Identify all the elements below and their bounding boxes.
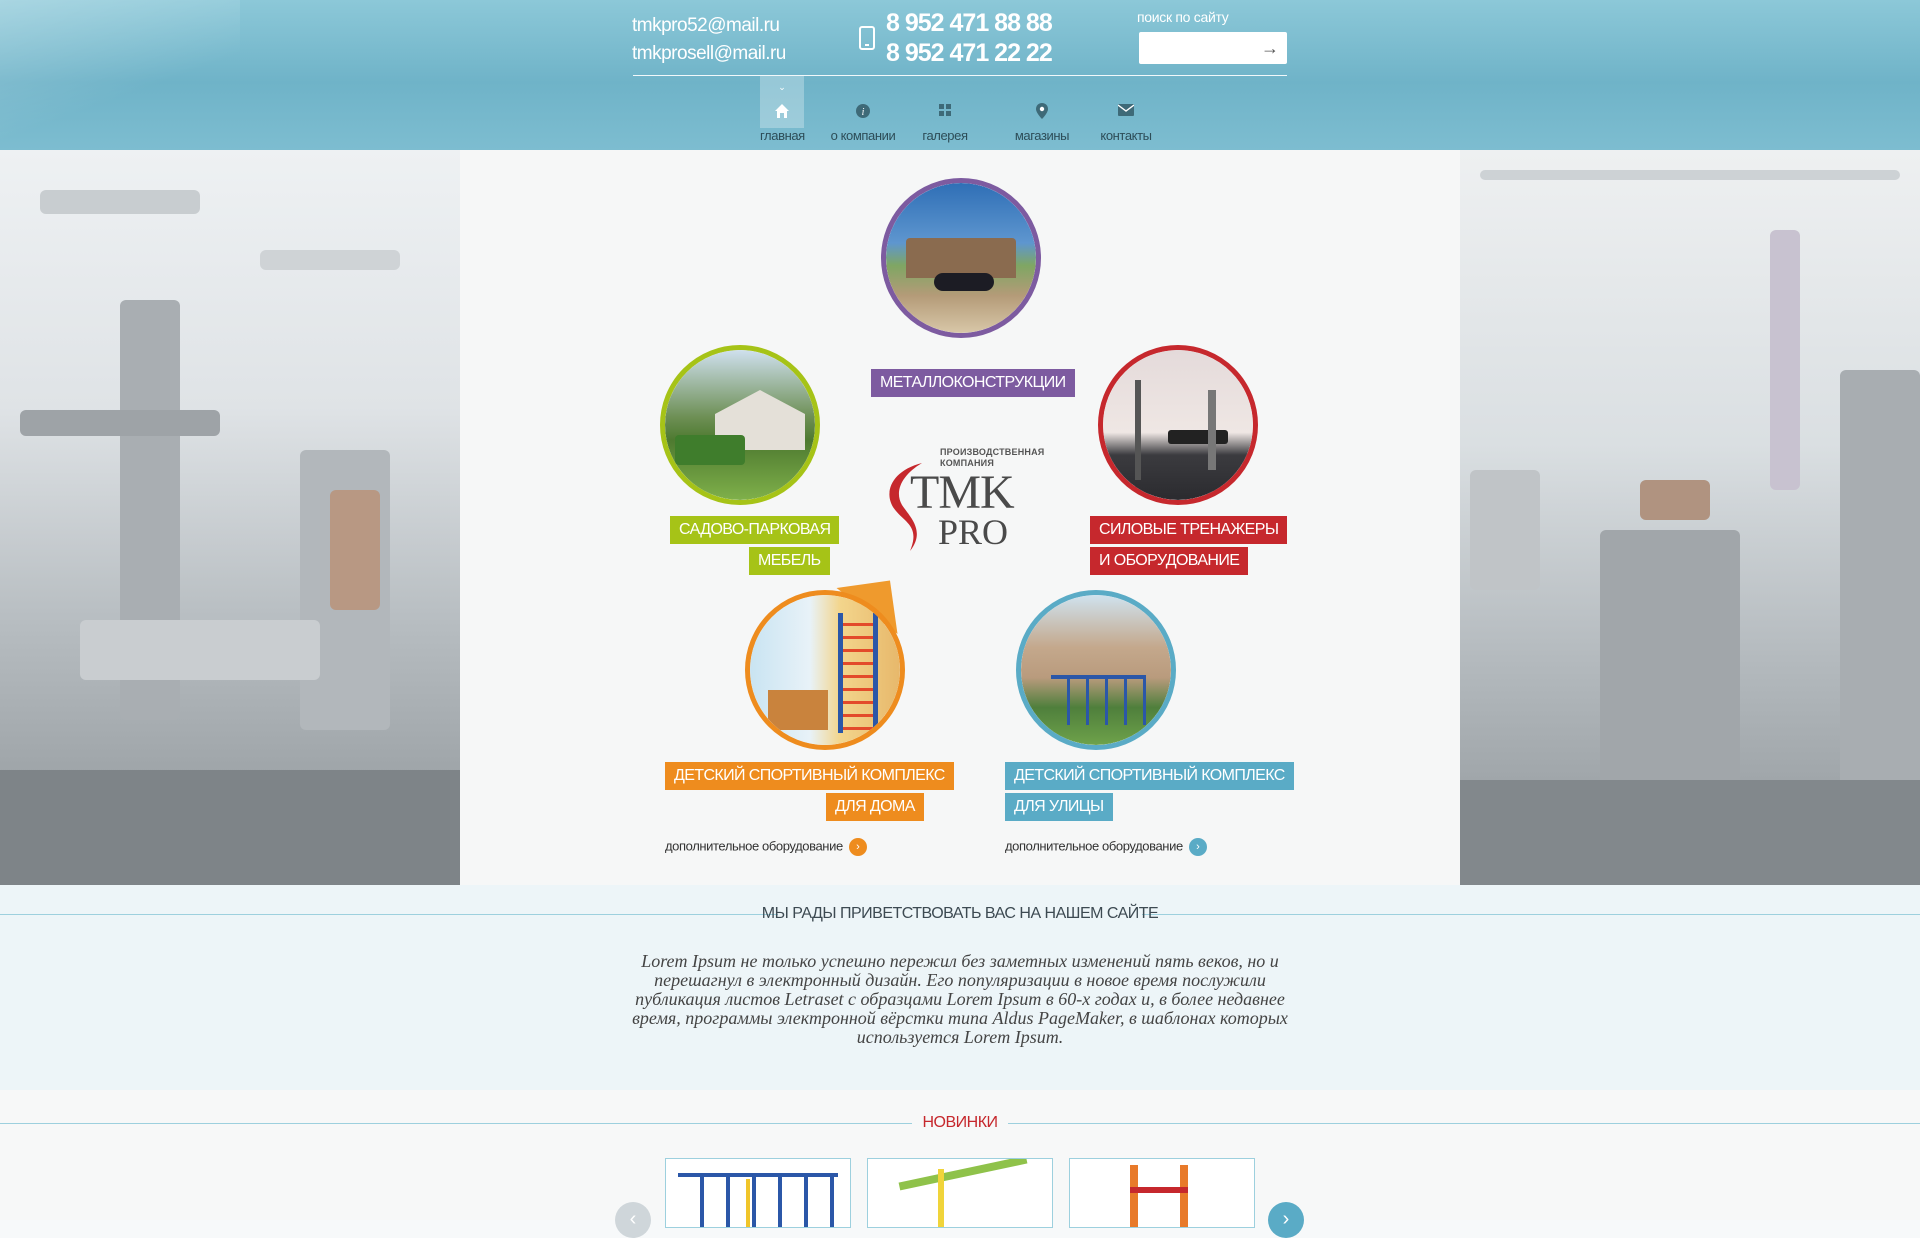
news-title-row: НОВИНКИ	[0, 1114, 1920, 1132]
nav-item-contacts[interactable]: контакты	[1098, 76, 1154, 150]
news-prev-button[interactable]: ‹	[615, 1202, 651, 1238]
welcome-text: Lorem Ipsum не только успешно пережил бе…	[632, 951, 1288, 1047]
metal-structures-image[interactable]	[881, 178, 1041, 338]
street-extra-equipment-link[interactable]: дополнительное оборудование ›	[1005, 838, 1207, 856]
category-street-complex-line1[interactable]: ДЕТСКИЙ СПОРТИВНЫЙ КОМПЛЕКС	[1005, 762, 1294, 790]
fitness-equipment-image[interactable]	[1098, 345, 1258, 505]
email-link-1[interactable]: tmkpro52@mail.ru	[632, 12, 786, 40]
search-input[interactable]	[1145, 32, 1257, 64]
category-fitness-line2[interactable]: И ОБОРУДОВАНИЕ	[1090, 547, 1249, 575]
news-title: НОВИНКИ	[922, 1114, 998, 1131]
grid-icon	[937, 103, 953, 119]
logo-subtitle-line1: ПРОИЗВОДСТВЕННАЯ	[940, 447, 1045, 457]
site-header: tmkpro52@mail.ru tmkprosell@mail.ru 8 95…	[0, 0, 1920, 150]
category-fitness-line1[interactable]: СИЛОВЫЕ ТРЕНАЖЕРЫ	[1090, 516, 1288, 544]
nav-item-gallery[interactable]: галерея	[920, 76, 970, 150]
category-metal-structures[interactable]: МЕТАЛЛОКОНСТРУКЦИИ	[871, 369, 1075, 397]
phone-number-1[interactable]: 8 952 471 88 88	[886, 8, 1053, 38]
header-decoration	[0, 0, 240, 150]
nav-label-home: главная	[760, 128, 805, 143]
phone-number-2[interactable]: 8 952 471 22 22	[886, 38, 1053, 68]
welcome-section: МЫ РАДЫ ПРИВЕТСТВОВАТЬ ВАС НА НАШЕМ САЙТ…	[0, 885, 1920, 1090]
category-garden-furniture-line1[interactable]: САДОВО-ПАРКОВАЯ	[670, 516, 840, 544]
logo-suffix: PRO	[938, 512, 1009, 552]
mobile-phone-icon	[859, 26, 875, 50]
gym-background-right	[1460, 150, 1920, 885]
svg-text:i: i	[862, 107, 865, 118]
gym-background-left	[0, 150, 460, 885]
chevron-right-icon: ›	[848, 838, 867, 856]
tmk-pro-logo: ПРОИЗВОДСТВЕННАЯ КОМПАНИЯ TMK PRO	[880, 445, 1050, 557]
welcome-title-line-right	[1142, 914, 1920, 915]
info-icon: i	[855, 103, 871, 119]
nav-item-home[interactable]: ⌄ главная	[760, 76, 805, 150]
news-product-card-2[interactable]	[867, 1158, 1053, 1228]
news-product-card-3[interactable]	[1069, 1158, 1255, 1228]
map-pin-icon	[1034, 103, 1050, 119]
search-submit-arrow-icon[interactable]: →	[1261, 39, 1279, 57]
home-sport-complex-image[interactable]	[745, 590, 905, 750]
street-extra-equipment-label: дополнительное оборудование	[1005, 838, 1183, 854]
home-extra-equipment-link[interactable]: дополнительное оборудование ›	[665, 838, 867, 856]
news-next-button[interactable]: ›	[1268, 1202, 1304, 1238]
news-title-line-left	[0, 1123, 912, 1124]
home-extra-equipment-label: дополнительное оборудование	[665, 838, 843, 854]
nav-label-gallery: галерея	[922, 128, 968, 143]
email-list: tmkpro52@mail.ru tmkprosell@mail.ru	[632, 12, 786, 68]
category-home-complex-line2[interactable]: ДЛЯ ДОМА	[826, 793, 924, 821]
news-title-line-right	[1008, 1123, 1920, 1124]
category-street-complex-line2[interactable]: ДЛЯ УЛИЦЫ	[1005, 793, 1113, 821]
chevron-down-icon: ⌄	[778, 82, 786, 92]
phone-list: 8 952 471 88 88 8 952 471 22 22	[886, 8, 1053, 68]
welcome-title: МЫ РАДЫ ПРИВЕТСТВОВАТЬ ВАС НА НАШЕМ САЙТ…	[761, 905, 1159, 922]
welcome-title-row: МЫ РАДЫ ПРИВЕТСТВОВАТЬ ВАС НА НАШЕМ САЙТ…	[0, 905, 1920, 923]
nav-label-shops: магазины	[1014, 128, 1070, 143]
category-garden-furniture-line2[interactable]: МЕБЕЛЬ	[749, 547, 830, 575]
chevron-right-icon: ›	[1188, 838, 1207, 856]
nav-label-about: о компании	[830, 128, 896, 143]
search-box: →	[1139, 32, 1287, 64]
welcome-title-line-left	[0, 914, 778, 915]
nav-label-contacts: контакты	[1100, 128, 1152, 143]
envelope-icon	[1117, 103, 1135, 119]
street-sport-complex-image[interactable]	[1016, 590, 1176, 750]
category-home-complex-line1[interactable]: ДЕТСКИЙ СПОРТИВНЫЙ КОМПЛЕКС	[665, 762, 954, 790]
nav-item-about[interactable]: i о компании	[828, 76, 898, 150]
home-icon	[774, 103, 790, 119]
news-product-card-1[interactable]	[665, 1158, 851, 1228]
email-link-2[interactable]: tmkprosell@mail.ru	[632, 40, 786, 68]
nav-item-shops[interactable]: магазины	[1012, 76, 1072, 150]
news-section: НОВИНКИ ‹ ›	[0, 1090, 1920, 1238]
garden-furniture-image[interactable]	[660, 345, 820, 505]
search-label: поиск по сайту	[1137, 9, 1229, 25]
